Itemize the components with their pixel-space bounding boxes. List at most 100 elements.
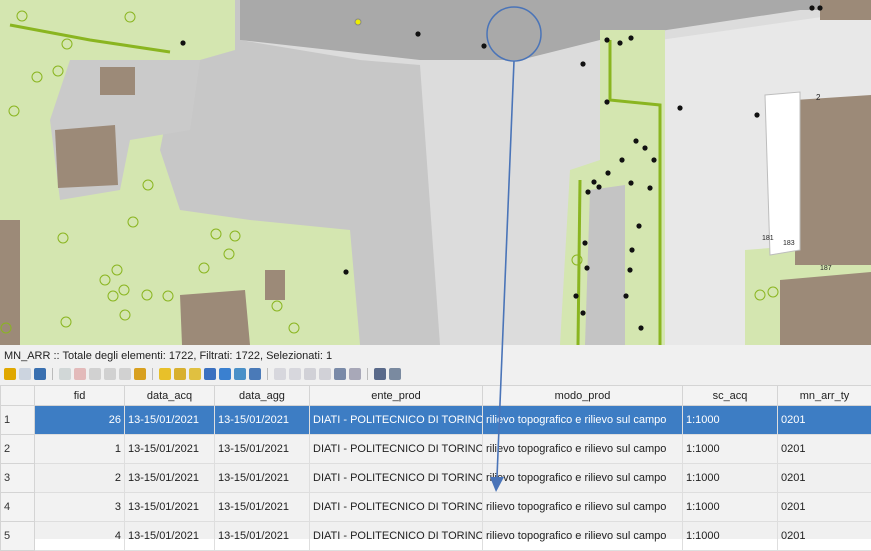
cell-sc-acq[interactable]: 1:1000 [683,493,778,522]
toolbar-separator [52,368,53,380]
actions-icon[interactable] [389,368,401,380]
cell-ente-prod[interactable]: DIATI - POLITECNICO DI TORINO [310,435,483,464]
cell-sc-acq[interactable]: 1:1000 [683,464,778,493]
building [0,220,20,345]
row-number[interactable]: 2 [1,435,35,464]
table-row[interactable]: 2113-15/01/202113-15/01/2021DIATI - POLI… [1,435,871,464]
save-icon[interactable] [19,368,31,380]
cell-modo-prod[interactable]: rilievo topografico e rilievo sul campo [483,493,683,522]
table-row[interactable]: 5413-15/01/202113-15/01/2021DIATI - POLI… [1,522,871,551]
building [795,95,871,265]
column-header-data-agg[interactable]: data_agg [215,386,310,406]
cell-modo-prod[interactable]: rilievo topografico e rilievo sul campo [483,522,683,551]
paste-cells-icon[interactable] [289,368,301,380]
cell-ente-prod[interactable]: DIATI - POLITECNICO DI TORINO [310,464,483,493]
cell-modo-prod[interactable]: rilievo topografico e rilievo sul campo [483,464,683,493]
path-area [585,185,625,345]
table-row[interactable]: 3213-15/01/202113-15/01/2021DIATI - POLI… [1,464,871,493]
map-canvas[interactable]: 2 181 183 187 [0,0,871,345]
field-calculator-icon[interactable] [334,368,346,380]
cell-sc-acq[interactable]: 1:1000 [683,406,778,435]
cell-data-agg[interactable]: 13-15/01/2021 [215,464,310,493]
cell-data-agg[interactable]: 13-15/01/2021 [215,435,310,464]
select-all-icon[interactable] [159,368,171,380]
column-header-ente-prod[interactable]: ente_prod [310,386,483,406]
cell-mn-arr-ty[interactable]: 0201 [778,406,871,435]
toolbar-separator [367,368,368,380]
table-header-row: fid data_acq data_agg ente_prod modo_pro… [1,386,871,406]
cell-ente-prod[interactable]: DIATI - POLITECNICO DI TORINO [310,406,483,435]
pencil-icon[interactable] [4,368,16,380]
cell-data-agg[interactable]: 13-15/01/2021 [215,522,310,551]
cell-data-agg[interactable]: 13-15/01/2021 [215,406,310,435]
attribute-table-status: MN_ARR :: Totale degli elementi: 1722, F… [4,350,332,362]
building [180,290,250,345]
row-number[interactable]: 1 [1,406,35,435]
column-header-mn-arr-ty[interactable]: mn_arr_ty [778,386,871,406]
attribute-table-toolbar [4,367,401,381]
building [55,125,118,188]
deselect-icon[interactable] [189,368,201,380]
cell-mn-arr-ty[interactable]: 0201 [778,464,871,493]
cell-data-agg[interactable]: 13-15/01/2021 [215,493,310,522]
cell-modo-prod[interactable]: rilievo topografico e rilievo sul campo [483,406,683,435]
map-label: 181 [762,235,774,242]
column-header-data-acq[interactable]: data_acq [125,386,215,406]
row-number-header [1,386,35,406]
row-number[interactable]: 4 [1,493,35,522]
column-header-modo-prod[interactable]: modo_prod [483,386,683,406]
cell-data-acq[interactable]: 13-15/01/2021 [125,406,215,435]
cut-icon[interactable] [89,368,101,380]
map-label: 183 [783,240,795,247]
cell-modo-prod[interactable]: rilievo topografico e rilievo sul campo [483,435,683,464]
move-selection-top-icon[interactable] [219,368,231,380]
conditional-format-icon[interactable] [349,368,361,380]
column-header-sc-acq[interactable]: sc_acq [683,386,778,406]
pan-to-selection-icon[interactable] [234,368,246,380]
cell-data-acq[interactable]: 13-15/01/2021 [125,493,215,522]
column-header-fid[interactable]: fid [35,386,125,406]
cell-data-acq[interactable]: 13-15/01/2021 [125,435,215,464]
cell-fid[interactable]: 3 [35,493,125,522]
add-feature-icon[interactable] [59,368,71,380]
table-row[interactable]: 12613-15/01/202113-15/01/2021DIATI - POL… [1,406,871,435]
paste-icon[interactable] [119,368,131,380]
cell-ente-prod[interactable]: DIATI - POLITECNICO DI TORINO [310,493,483,522]
cell-data-acq[interactable]: 13-15/01/2021 [125,464,215,493]
row-number[interactable]: 5 [1,522,35,551]
building [780,272,871,345]
cell-sc-acq[interactable]: 1:1000 [683,522,778,551]
building [820,0,871,20]
row-number[interactable]: 3 [1,464,35,493]
cell-fid[interactable]: 26 [35,406,125,435]
cell-mn-arr-ty[interactable]: 0201 [778,522,871,551]
attribute-table-panel: MN_ARR :: Totale degli elementi: 1722, F… [0,345,871,539]
filter-icon[interactable] [204,368,216,380]
new-field-icon[interactable] [304,368,316,380]
building [265,270,285,300]
reload-icon[interactable] [34,368,46,380]
delete-icon[interactable] [74,368,86,380]
copy-cells-icon[interactable] [274,368,286,380]
delete-field-icon[interactable] [319,368,331,380]
dock-icon[interactable] [374,368,386,380]
expression-icon[interactable] [134,368,146,380]
cell-fid[interactable]: 1 [35,435,125,464]
cell-fid[interactable]: 2 [35,464,125,493]
map-label: 2 [816,93,821,102]
path-line-inner [578,180,580,345]
cell-data-acq[interactable]: 13-15/01/2021 [125,522,215,551]
map-label: 187 [820,265,832,272]
invert-selection-icon[interactable] [174,368,186,380]
cell-fid[interactable]: 4 [35,522,125,551]
toolbar-separator [267,368,268,380]
copy-icon[interactable] [104,368,116,380]
toolbar-separator [152,368,153,380]
cell-sc-acq[interactable]: 1:1000 [683,435,778,464]
cell-ente-prod[interactable]: DIATI - POLITECNICO DI TORINO [310,522,483,551]
cell-mn-arr-ty[interactable]: 0201 [778,435,871,464]
zoom-to-selection-icon[interactable] [249,368,261,380]
cell-mn-arr-ty[interactable]: 0201 [778,493,871,522]
table-row[interactable]: 4313-15/01/202113-15/01/2021DIATI - POLI… [1,493,871,522]
building-outline [765,92,800,255]
